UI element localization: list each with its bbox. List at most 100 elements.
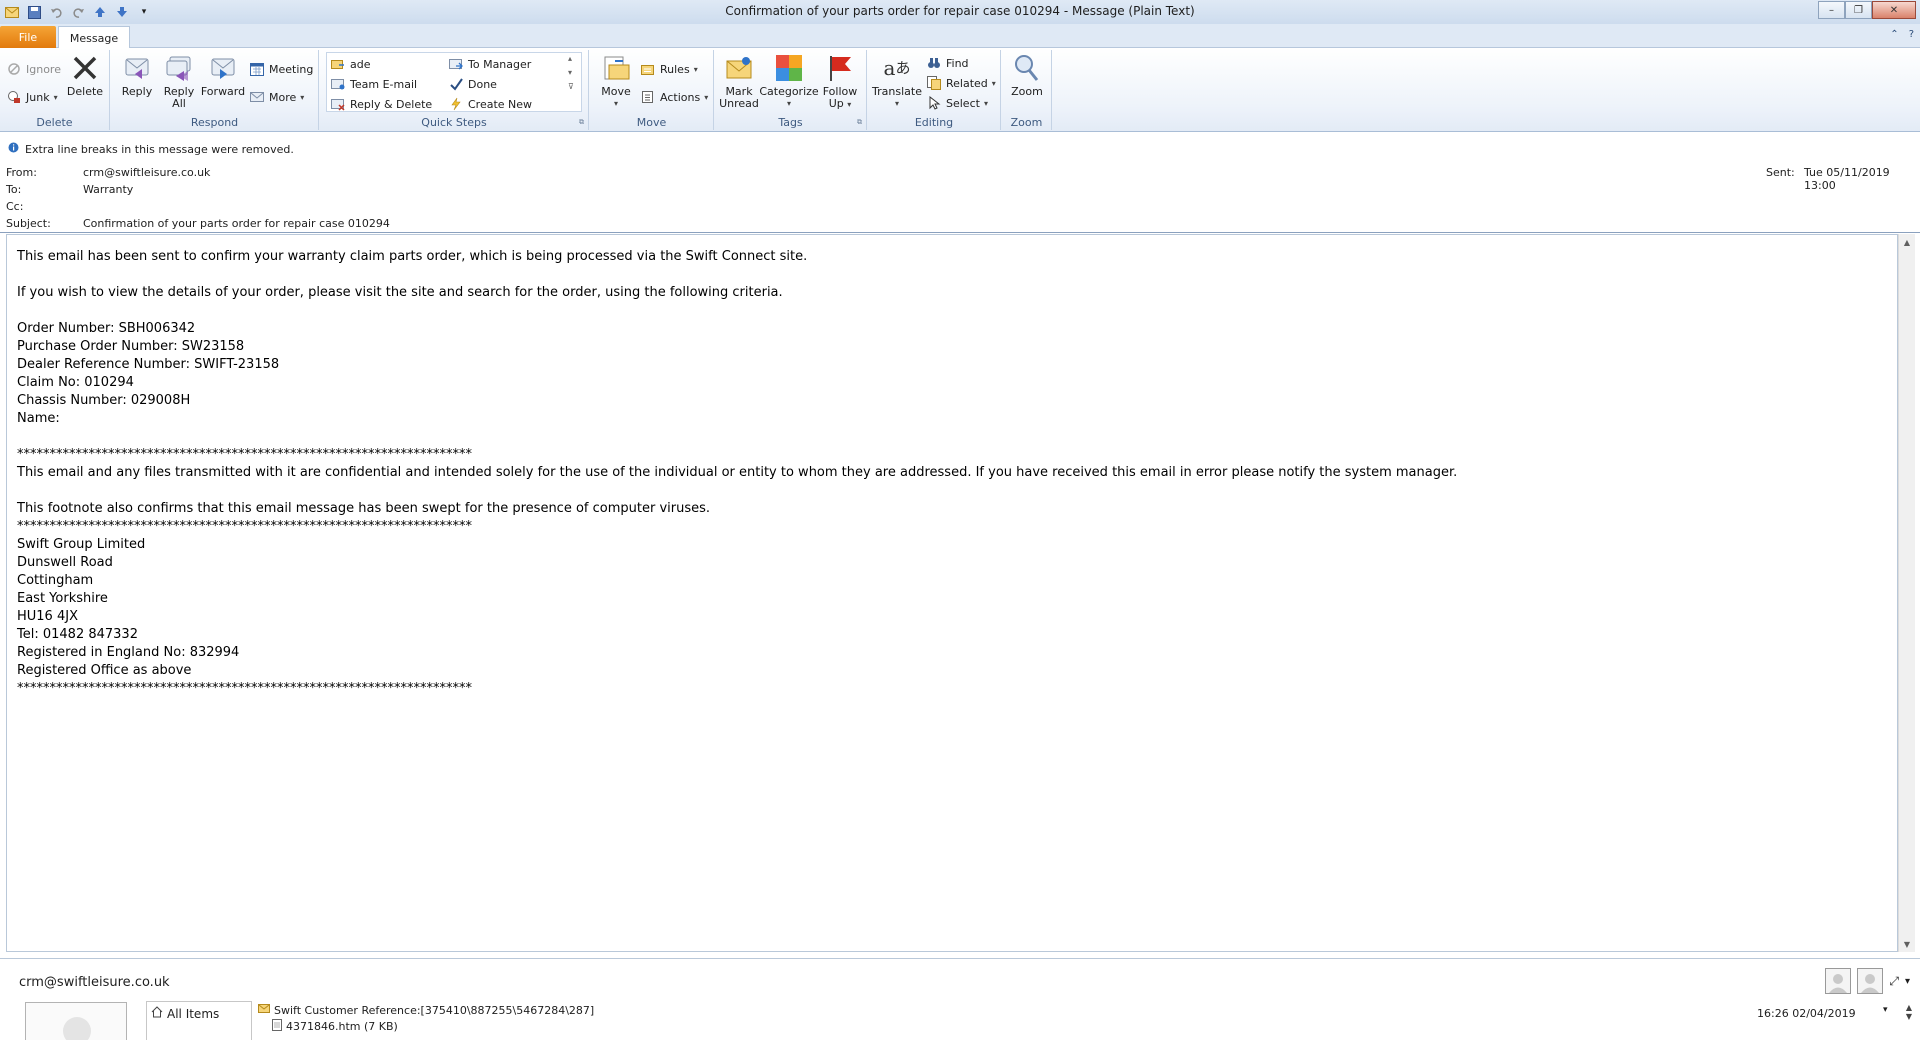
delete-button[interactable]: Delete (66, 52, 104, 98)
to-value[interactable]: Warranty (83, 183, 133, 196)
group-respond: Reply Reply All Forward Meeting More ▾ Re… (111, 50, 319, 130)
forward-button[interactable]: Forward (201, 52, 245, 98)
ribbon: Ignore Junk ▾ Delete Delete Reply Reply A… (0, 48, 1920, 132)
cc-label: Cc: (6, 200, 24, 213)
minimize-ribbon-icon[interactable]: ⌃ (1890, 29, 1898, 40)
previous-item-icon[interactable] (92, 4, 108, 20)
magnifier-icon (1011, 52, 1043, 84)
related-button[interactable]: Related ▾ (926, 74, 996, 92)
meeting-calendar-icon (249, 61, 265, 77)
quick-access-toolbar: ▾ (0, 0, 152, 24)
quick-step-ade[interactable]: ade (330, 55, 371, 73)
cursor-arrow-icon (926, 95, 942, 111)
group-tags: Mark Unread Categorize ▾ Follow Up ▾ Tag… (715, 50, 867, 130)
quick-step-reply-delete[interactable]: Reply & Delete (330, 95, 432, 113)
forward-icon (207, 52, 239, 84)
ignore-button[interactable]: Ignore (6, 60, 61, 78)
people-pane-attachment[interactable]: 4371846.htm (7 KB) (272, 1019, 398, 1034)
lightning-icon (448, 96, 464, 112)
close-button[interactable]: ✕ (1872, 1, 1916, 19)
mark-unread-envelope-icon (723, 52, 755, 84)
message-body[interactable]: This email has been sent to confirm your… (6, 234, 1898, 952)
move-folder-icon (600, 52, 632, 84)
header-divider (0, 232, 1920, 233)
find-button[interactable]: Find (926, 54, 969, 72)
from-value[interactable]: crm@swiftleisure.co.uk (83, 166, 210, 179)
zoom-button[interactable]: Zoom (1008, 52, 1046, 98)
group-label-delete: Delete (36, 116, 73, 129)
quick-step-create-new[interactable]: Create New (448, 95, 532, 113)
outlook-envelope-icon (4, 4, 20, 20)
reply-all-button[interactable]: Reply All (159, 52, 199, 110)
group-label-move: Move (636, 116, 667, 129)
tags-dialog-launcher-icon[interactable]: ⧉ (857, 118, 862, 127)
related-icon (926, 75, 942, 91)
info-text: Extra line breaks in this message were r… (25, 142, 294, 156)
item-dropdown-icon[interactable]: ▾ (1883, 1005, 1888, 1015)
dialog-launcher-icon[interactable]: ⧉ (579, 118, 584, 127)
scroll-down-icon[interactable]: ▼ (1899, 936, 1915, 952)
customize-qat-icon[interactable]: ▾ (136, 4, 152, 20)
pp-scroll-down-icon[interactable]: ▼ (1906, 1012, 1912, 1021)
help-icon[interactable]: ? (1909, 29, 1914, 40)
quick-step-to-manager[interactable]: To Manager (448, 55, 531, 73)
reply-button[interactable]: Reply (117, 52, 157, 98)
follow-up-button[interactable]: Follow Up ▾ (819, 52, 861, 111)
save-icon[interactable] (26, 4, 42, 20)
person-avatar-icon-2[interactable] (1857, 968, 1884, 994)
meeting-button[interactable]: Meeting (249, 60, 313, 78)
group-zoom: Zoom Zoom (1002, 50, 1052, 130)
minimize-button[interactable]: – (1818, 1, 1845, 19)
group-move: Move ▾ Rules ▾ Actions ▾ Move (590, 50, 714, 130)
gallery-scroll-up-icon[interactable]: ▴ (568, 54, 580, 63)
group-label-tags: Tags (778, 116, 803, 129)
more-respond-button[interactable]: More ▾ (249, 88, 304, 106)
junk-button[interactable]: Junk ▾ (6, 88, 58, 106)
categorize-icon (773, 52, 805, 84)
mark-unread-button[interactable]: Mark Unread (719, 52, 759, 110)
translate-button[interactable]: aあ Translate ▾ (872, 52, 922, 110)
collapse-pane-icon[interactable]: ▾ (1905, 976, 1910, 987)
next-item-icon[interactable] (114, 4, 130, 20)
translate-icon: aあ (883, 56, 911, 80)
people-pane-scrollbar[interactable]: ▲ ▼ (1906, 1003, 1912, 1021)
from-label: From: (6, 166, 37, 179)
delete-x-icon (69, 52, 101, 84)
people-pane-item[interactable]: Swift Customer Reference:[375410\887255\… (258, 1003, 594, 1017)
tab-message[interactable]: Message (58, 26, 130, 49)
actions-button[interactable]: Actions ▾ (640, 88, 708, 106)
restore-button[interactable]: ❐ (1845, 1, 1872, 19)
person-avatar-icon[interactable] (1825, 968, 1852, 994)
contact-photo (25, 1002, 127, 1040)
vertical-scrollbar[interactable]: ▲ ▼ (1898, 234, 1915, 952)
team-email-icon (330, 76, 346, 92)
categorize-button[interactable]: Categorize ▾ (759, 52, 819, 110)
group-delete: Ignore Junk ▾ Delete Delete (0, 50, 110, 130)
move-button[interactable]: Move ▾ (596, 52, 636, 110)
mail-item-icon (258, 1003, 270, 1017)
expand-pane-icon[interactable]: ⤢ (1889, 974, 1899, 989)
rules-button[interactable]: Rules ▾ (640, 60, 698, 78)
title-bar: ▾ Confirmation of your parts order for r… (0, 0, 1920, 24)
scroll-up-icon[interactable]: ▲ (1899, 234, 1915, 250)
gallery-scroll-down-icon[interactable]: ▾ (568, 68, 580, 77)
select-button[interactable]: Select ▾ (926, 94, 988, 112)
info-icon (8, 142, 19, 156)
tab-file[interactable]: File (0, 26, 56, 48)
gallery-expand-icon[interactable]: ⊽ (568, 82, 580, 91)
ignore-icon (6, 61, 22, 77)
group-label-quick-steps: Quick Steps (421, 116, 487, 129)
nav-all-items[interactable]: All Items (147, 1002, 251, 1025)
pp-scroll-up-icon[interactable]: ▲ (1906, 1003, 1912, 1012)
quick-step-done[interactable]: Done (448, 75, 497, 93)
rules-icon (640, 61, 656, 77)
reply-all-icon (163, 52, 195, 84)
quick-step-team-email[interactable]: Team E-mail (330, 75, 417, 93)
undo-icon[interactable] (48, 4, 64, 20)
message-body-text: This email has been sent to confirm your… (17, 249, 1458, 696)
reply-delete-icon (330, 96, 346, 112)
info-bar: Extra line breaks in this message were r… (8, 142, 294, 156)
reply-icon (121, 52, 153, 84)
junk-icon (6, 89, 22, 105)
redo-icon[interactable] (70, 4, 86, 20)
